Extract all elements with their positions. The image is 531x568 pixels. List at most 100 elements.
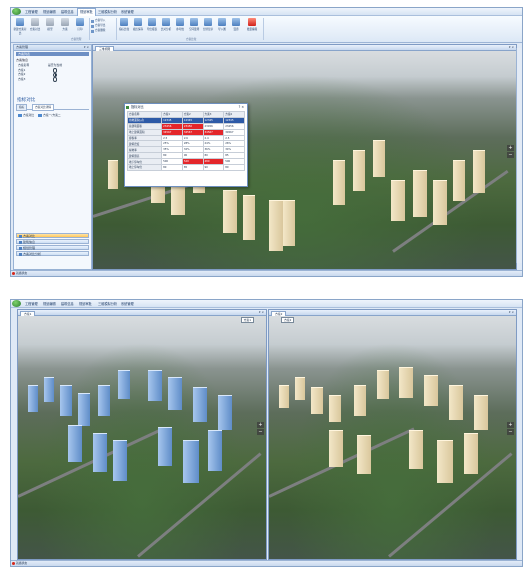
building bbox=[333, 160, 345, 205]
tab-project[interactable]: 工程管理 bbox=[23, 9, 40, 15]
building bbox=[329, 430, 343, 467]
import-image-button[interactable]: 导入图 bbox=[215, 18, 229, 36]
ruler-icon bbox=[190, 18, 198, 26]
tab-system[interactable]: 系统管理 bbox=[119, 9, 136, 15]
building bbox=[433, 180, 447, 225]
city-scene-plan2[interactable] bbox=[269, 315, 516, 559]
reference-line-button[interactable]: 参考线 bbox=[173, 18, 187, 36]
zoom-out-button[interactable]: − bbox=[507, 152, 514, 158]
building bbox=[218, 395, 232, 430]
building bbox=[399, 367, 413, 398]
compare-button[interactable]: 方案对比 bbox=[28, 18, 42, 36]
building bbox=[28, 385, 38, 412]
group-label-manage: 方案管理 bbox=[71, 38, 82, 41]
viewport-controls[interactable]: ▾ × bbox=[259, 310, 264, 315]
building bbox=[118, 370, 130, 399]
batch-edit-button[interactable]: 批量编辑 bbox=[245, 18, 259, 36]
roam-button[interactable]: 漫游 bbox=[229, 18, 243, 36]
viewport-controls[interactable]: ▾ × bbox=[509, 45, 514, 50]
building bbox=[113, 440, 127, 481]
left-3d-viewport[interactable]: 方案1 ▾ × 方案1 + − bbox=[17, 309, 267, 560]
viewport-tab[interactable]: 方案1 bbox=[20, 310, 36, 316]
status-icon bbox=[12, 562, 15, 565]
plan-label[interactable]: 方案2 bbox=[281, 317, 295, 323]
tree-item-pair[interactable]: 方案一/方案二 bbox=[38, 113, 61, 117]
plan-manager-panel: 方案管理 ▾ × 方案列表 方案信息 方案名称 是否为当前 方案1 方案2 方案3… bbox=[13, 44, 92, 270]
nav-building-info[interactable]: 建筑信息 bbox=[16, 239, 89, 244]
zoom-out-button[interactable]: − bbox=[507, 429, 514, 435]
measure-button[interactable]: 空间量测 bbox=[187, 18, 201, 36]
viewport-tab[interactable]: 三维视图 bbox=[95, 45, 115, 51]
dialog-controls[interactable]: ? × bbox=[239, 104, 244, 111]
value-cell: 80 bbox=[223, 164, 245, 171]
building bbox=[98, 385, 110, 416]
city-scene-plan1[interactable] bbox=[18, 315, 266, 559]
app-menu-button[interactable] bbox=[12, 8, 21, 15]
building bbox=[424, 375, 438, 406]
building bbox=[377, 370, 389, 399]
image-icon bbox=[218, 18, 226, 26]
print-button[interactable]: 打印 bbox=[73, 18, 87, 36]
building bbox=[243, 195, 255, 240]
tab-3d-analysis[interactable]: 三维模拟分析 bbox=[96, 301, 119, 307]
road bbox=[18, 427, 164, 498]
row-label-cell: 地上停车位 bbox=[126, 164, 163, 171]
screenshot-single-view: 工程管理 规划编辑 建筑信息 规划审批 三维模拟分析 系统管理 新建方案对比 方… bbox=[10, 7, 523, 277]
nav-compare-analysis[interactable]: 方案对比分析 bbox=[16, 251, 89, 256]
building bbox=[391, 180, 405, 221]
building bbox=[354, 385, 366, 416]
tab-plan-approval[interactable]: 规划审批 bbox=[77, 301, 94, 307]
tab-3d-analysis[interactable]: 三维模拟分析 bbox=[96, 9, 119, 15]
nav-plan-compare[interactable]: 方案对比 bbox=[16, 233, 89, 238]
plan-icon bbox=[61, 18, 69, 26]
status-bar: 就绪状态 bbox=[11, 270, 522, 276]
tab-project[interactable]: 工程管理 bbox=[23, 301, 40, 307]
plan-row[interactable]: 方案3 bbox=[14, 77, 91, 82]
viewport-header: 三维视图 ▾ × bbox=[93, 45, 516, 51]
scrollbar[interactable] bbox=[516, 48, 522, 263]
compare-icon bbox=[31, 18, 39, 26]
road bbox=[392, 169, 509, 253]
right-3d-viewport[interactable]: 方案2 ▾ × 方案2 + − bbox=[268, 309, 517, 560]
ribbon-tab-bar: 工程管理 规划编辑 建筑信息 规划审批 三维模拟分析 系统管理 bbox=[11, 8, 522, 16]
import-plan-item[interactable]: 方案导入 bbox=[91, 19, 105, 23]
save-view-button[interactable]: 视点保存 bbox=[131, 18, 145, 36]
export-plan-item[interactable]: 方案导出 bbox=[91, 24, 105, 28]
ribbon-separator bbox=[263, 18, 264, 40]
viewport-header: 方案1 ▾ × bbox=[18, 310, 266, 316]
split-screen-button[interactable]: 分屏显示 bbox=[201, 18, 215, 36]
plan-label[interactable]: 方案1 bbox=[240, 317, 254, 323]
building bbox=[108, 160, 118, 189]
plan-button[interactable]: 方案 bbox=[58, 18, 72, 36]
current-plan-radio[interactable] bbox=[53, 77, 58, 82]
tab-plan-edit[interactable]: 规划编辑 bbox=[41, 301, 58, 307]
zoom-control: + − bbox=[257, 422, 264, 436]
zoom-in-button[interactable]: + bbox=[257, 422, 264, 428]
export-report-button[interactable]: 导出报表 bbox=[145, 18, 159, 36]
close-icon[interactable]: ▾ × bbox=[84, 45, 89, 50]
delete-plan-item[interactable]: 方案删除 bbox=[91, 29, 105, 33]
tab-building-info[interactable]: 建筑信息 bbox=[59, 9, 76, 15]
new-compare-button[interactable]: 新建方案对比 bbox=[13, 18, 27, 36]
building bbox=[93, 433, 107, 472]
tree-item-compare[interactable]: 方案对比 bbox=[18, 113, 34, 117]
zoom-in-button[interactable]: + bbox=[507, 145, 514, 151]
zoom-in-button[interactable]: + bbox=[507, 422, 514, 428]
subtab-index[interactable]: 指标 bbox=[16, 104, 28, 111]
app-menu-button[interactable] bbox=[12, 300, 21, 307]
nav-plan-manage[interactable]: 规划管理 bbox=[16, 245, 89, 250]
contrast-analysis-button[interactable]: 比对分析 bbox=[159, 18, 173, 36]
viewport-controls[interactable]: ▾ × bbox=[509, 310, 514, 315]
table-row[interactable]: 地上停车位 80 85 90 80 bbox=[126, 164, 245, 171]
index-compare-button[interactable]: 指标比较 bbox=[117, 18, 131, 36]
tab-system[interactable]: 系统管理 bbox=[119, 301, 136, 307]
status-icon bbox=[12, 272, 15, 275]
tab-plan-edit[interactable]: 规划编辑 bbox=[41, 9, 58, 15]
building bbox=[283, 200, 295, 246]
tab-plan-approval[interactable]: 规划审批 bbox=[77, 8, 96, 16]
subtab-compare-detail[interactable]: 方案对比详情 bbox=[32, 104, 55, 111]
model-button[interactable]: 模型 bbox=[43, 18, 57, 36]
viewport-tab[interactable]: 方案2 bbox=[271, 310, 287, 316]
zoom-out-button[interactable]: − bbox=[257, 429, 264, 435]
tab-building-info[interactable]: 建筑信息 bbox=[59, 301, 76, 307]
